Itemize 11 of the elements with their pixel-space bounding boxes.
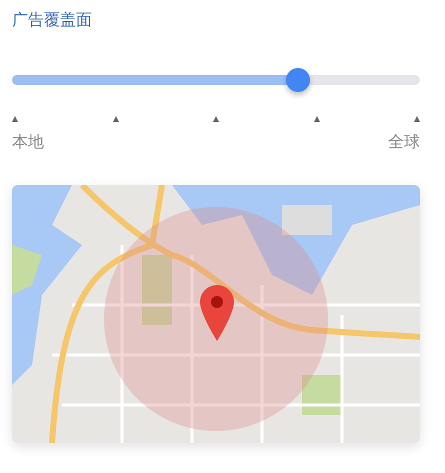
map-pin-icon	[200, 285, 234, 341]
section-title: 广告覆盖面	[12, 9, 92, 31]
tick-icon	[12, 116, 18, 122]
tick-icon	[112, 116, 118, 122]
tick-icon	[314, 116, 320, 122]
min-label: 本地	[12, 131, 44, 153]
slider-thumb[interactable]	[286, 68, 310, 92]
tick-icon	[213, 116, 219, 122]
max-label: 全球	[388, 131, 420, 153]
slider-track[interactable]	[12, 75, 420, 85]
tick-icon	[414, 116, 420, 122]
